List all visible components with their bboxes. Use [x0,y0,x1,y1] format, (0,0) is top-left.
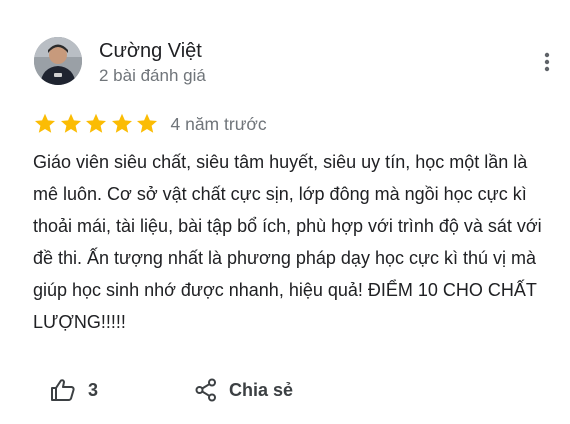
author-name[interactable]: Cường Việt [99,40,202,63]
review-text: Giáo viên siêu chất, siêu tâm huyết, siê… [33,152,542,332]
rating-row: 4 năm trước [33,112,267,136]
star-icon [84,112,108,136]
review-time: 4 năm trước [170,113,267,134]
share-label: Chia sẻ [229,379,294,400]
like-button[interactable]: 3 [50,378,98,402]
star-icon [135,112,159,136]
more-options-button[interactable] [534,47,560,77]
share-icon [195,378,217,402]
author-review-count[interactable]: 2 bài đánh giá [99,66,206,86]
star-rating [33,112,161,136]
like-count: 3 [88,379,99,400]
more-vert-icon [544,52,550,72]
avatar[interactable] [34,37,82,85]
star-icon [59,112,83,136]
review-header: Cường Việt 2 bài đánh giá [34,35,570,87]
review-card: Cường Việt 2 bài đánh giá 4 năm trước Gi… [0,0,570,424]
share-button[interactable]: Chia sẻ [195,378,293,402]
star-icon [110,112,134,136]
review-actions: 3 Chia sẻ [50,374,293,406]
thumb-up-icon [50,378,76,402]
star-icon [33,112,57,136]
